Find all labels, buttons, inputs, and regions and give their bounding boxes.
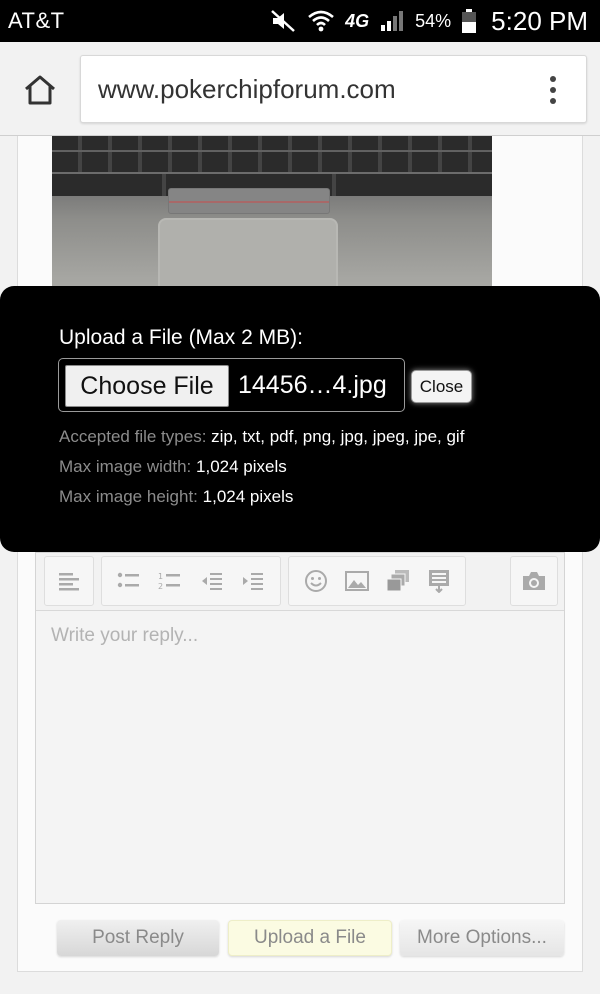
home-button[interactable] (18, 70, 62, 110)
insert-image-button[interactable] (341, 565, 373, 597)
network-type: 4G (345, 10, 370, 31)
reply-placeholder: Write your reply... (51, 625, 199, 646)
insert-quote-button[interactable] (423, 565, 455, 597)
editor-toolbar: 1 2 (36, 553, 564, 611)
home-icon (25, 75, 55, 105)
address-bar[interactable]: www.pokerchipforum.com (80, 55, 587, 123)
outdent-icon (201, 573, 222, 590)
accepted-types-line: Accepted file types: zip, txt, pdf, png,… (59, 427, 464, 447)
indent-button[interactable] (237, 565, 269, 597)
indent-icon (243, 573, 264, 590)
image-icon (344, 571, 369, 591)
close-button[interactable]: Close (411, 370, 472, 403)
smiley-icon (304, 570, 327, 592)
signal-icon (379, 9, 405, 33)
align-left-button[interactable] (53, 565, 85, 597)
max-width-line: Max image width: 1,024 pixels (59, 457, 287, 477)
menu-dot-icon (550, 98, 556, 104)
choose-file-button[interactable]: Choose File (65, 365, 229, 407)
overflow-menu-button[interactable] (538, 70, 568, 110)
camera-icon (523, 572, 545, 590)
menu-dot-icon (550, 76, 556, 82)
toolbar-group-insert (288, 556, 466, 606)
upload-file-button[interactable]: Upload a File (228, 920, 392, 956)
reply-editor: 1 2 Write your reply... (35, 552, 565, 904)
max-height-label: Max image height: (59, 487, 198, 506)
svg-text:2: 2 (158, 582, 163, 591)
outdent-button[interactable] (196, 565, 228, 597)
max-width-value: 1,024 pixels (196, 457, 287, 476)
post-reply-button[interactable]: Post Reply (57, 920, 219, 956)
bullet-list-icon (117, 572, 139, 588)
reply-textarea[interactable]: Write your reply... (36, 611, 564, 903)
menu-dot-icon (550, 87, 556, 93)
keyboard-row (52, 152, 492, 172)
carrier-label: AT&T (8, 8, 65, 33)
keyboard-row (52, 136, 492, 150)
wifi-icon (307, 8, 335, 34)
max-height-value: 1,024 pixels (202, 487, 294, 506)
battery-percent: 54% (415, 10, 452, 31)
upload-file-dialog: Upload a File (Max 2 MB): Choose File 14… (0, 286, 600, 552)
selected-file-name: 14456…4.jpg (238, 371, 387, 399)
touchpad-buttons (168, 188, 330, 214)
upload-dialog-title: Upload a File (Max 2 MB): (59, 326, 303, 349)
max-width-label: Max image width: (59, 457, 192, 476)
clock: 5:20 PM (491, 5, 588, 36)
accepted-types-label: Accepted file types: (59, 427, 207, 446)
browser-toolbar: www.pokerchipforum.com (0, 42, 600, 136)
toolbar-group-camera (510, 556, 558, 606)
svg-text:1: 1 (158, 572, 163, 581)
attached-photo (52, 136, 492, 286)
smilie-button[interactable] (300, 565, 332, 597)
insert-media-button[interactable] (382, 565, 414, 597)
toolbar-group-lists: 1 2 (101, 556, 281, 606)
file-input[interactable]: Choose File 14456…4.jpg (58, 358, 405, 412)
camera-button[interactable] (518, 565, 550, 597)
numbered-list-button[interactable]: 1 2 (154, 565, 186, 597)
mute-icon (269, 9, 297, 33)
url-text: www.pokerchipforum.com (98, 73, 396, 104)
status-bar: AT&T 4G 54% 5:20 PM (0, 0, 600, 42)
toolbar-group-align (44, 556, 94, 606)
media-icon (386, 570, 409, 592)
quote-block-icon (428, 570, 449, 593)
max-height-line: Max image height: 1,024 pixels (59, 487, 293, 507)
status-indicators: 4G 54% 5:20 PM (269, 6, 588, 37)
battery-icon (461, 8, 477, 34)
accepted-types-value: zip, txt, pdf, png, jpg, jpeg, jpe, gif (211, 427, 465, 446)
bullet-list-button[interactable] (113, 565, 145, 597)
touchpad (158, 218, 338, 286)
align-left-icon (59, 573, 79, 591)
more-options-button[interactable]: More Options... (400, 920, 564, 956)
numbered-list-icon: 1 2 (158, 572, 181, 591)
